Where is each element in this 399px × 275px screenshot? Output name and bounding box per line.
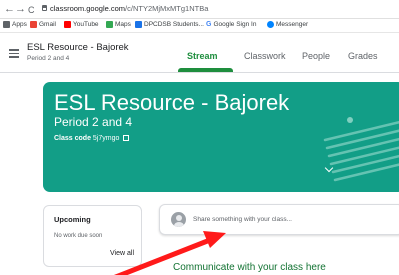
url-path: /c/NTY2MjMxMTg1NTBa <box>125 4 209 13</box>
view-all-link[interactable]: View all <box>110 250 134 257</box>
share-box[interactable]: Share something with your class... <box>159 204 399 235</box>
active-tab-indicator <box>178 68 233 72</box>
school-icon <box>135 21 142 28</box>
browser-address-bar: ← → C classroom.google.com/c/NTY2MjMxMTg… <box>0 0 399 19</box>
url-field[interactable]: classroom.google.com/c/NTY2MjMxMTg1NTBa <box>50 4 208 13</box>
bookmark-label: DPCDSB Students... <box>144 21 204 28</box>
bookmark-label: Google Sign In <box>213 21 257 28</box>
banner-title: ESL Resource - Bajorek <box>54 90 290 115</box>
bookmark-dpcdsb[interactable]: DPCDSB Students... <box>135 21 204 28</box>
share-input[interactable]: Share something with your class... <box>193 216 292 223</box>
tab-people[interactable]: People <box>302 51 330 61</box>
class-code: Class code 5j7ymgo <box>54 135 130 142</box>
banner-illustration <box>323 117 399 182</box>
fullscreen-icon[interactable] <box>123 135 130 141</box>
forward-button[interactable]: → <box>15 2 26 16</box>
upcoming-empty-text: No work due soon <box>54 233 103 239</box>
upcoming-title: Upcoming <box>54 215 91 224</box>
main-menu-icon[interactable] <box>9 49 19 60</box>
bookmark-label: Messenger <box>276 21 309 28</box>
tab-grades[interactable]: Grades <box>348 51 378 61</box>
bookmark-label: Gmail <box>39 21 56 28</box>
bookmark-youtube[interactable]: YouTube <box>64 21 99 28</box>
bookmark-gmail[interactable]: Gmail <box>30 21 56 28</box>
upcoming-card: Upcoming No work due soon View all <box>43 205 142 267</box>
tab-stream[interactable]: Stream <box>187 51 218 61</box>
messenger-icon <box>267 21 274 28</box>
bookmark-label: Maps <box>115 21 131 28</box>
back-button[interactable]: ← <box>4 2 15 16</box>
class-title[interactable]: ESL Resource - Bajorek <box>27 42 129 53</box>
url-host: classroom.google.com <box>50 4 126 13</box>
avatar <box>171 212 186 227</box>
bookmark-google-signin[interactable]: G Google Sign In <box>206 21 256 28</box>
bookmark-apps[interactable]: Apps <box>3 21 27 28</box>
classroom-header: ESL Resource - Bajorek Period 2 and 4 St… <box>0 34 399 73</box>
tab-classwork[interactable]: Classwork <box>244 51 286 61</box>
bookmark-label: Apps <box>12 21 27 28</box>
reload-button[interactable]: C <box>28 3 35 17</box>
maps-icon <box>106 21 113 28</box>
bookmark-label: YouTube <box>73 21 99 28</box>
class-code-label: Class code <box>54 135 91 142</box>
class-code-value: 5j7ymgo <box>92 135 120 142</box>
apps-grid-icon <box>3 21 10 28</box>
bookmark-maps[interactable]: Maps <box>106 21 131 28</box>
youtube-icon <box>64 21 71 28</box>
annotation-text: Communicate with your class here <box>173 262 326 273</box>
banner-subtitle: Period 2 and 4 <box>54 115 133 129</box>
bookmarks-bar: Apps Gmail YouTube Maps DPCDSB Students.… <box>0 19 399 33</box>
class-banner: ESL Resource - Bajorek Period 2 and 4 Cl… <box>43 82 399 192</box>
class-subtitle: Period 2 and 4 <box>27 55 70 62</box>
lock-icon <box>42 5 47 11</box>
google-icon: G <box>206 21 212 28</box>
bookmark-messenger[interactable]: Messenger <box>267 21 308 28</box>
gmail-icon <box>30 21 37 28</box>
